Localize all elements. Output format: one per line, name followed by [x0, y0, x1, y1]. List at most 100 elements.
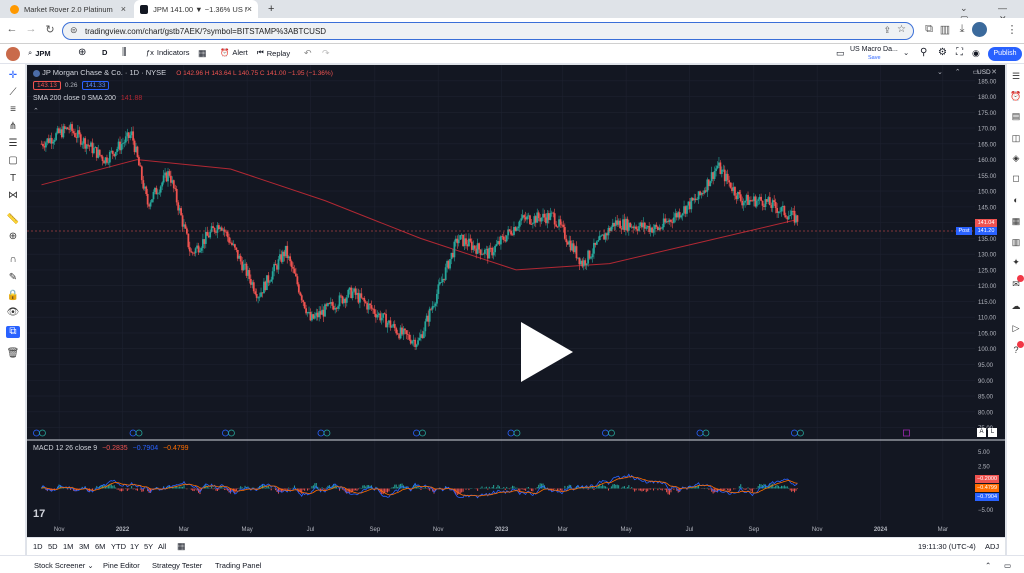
- notifications-icon[interactable]: ✉: [1010, 275, 1024, 290]
- timeframe-3m[interactable]: 3M: [79, 542, 89, 551]
- layout-dropdown-icon[interactable]: ⌄: [903, 48, 909, 57]
- log-scale-button[interactable]: L: [988, 428, 997, 437]
- new-tab-button[interactable]: +: [262, 0, 280, 18]
- snapshot-camera-icon[interactable]: ◉: [972, 48, 980, 59]
- hotlist-icon[interactable]: ◫: [1010, 132, 1022, 144]
- timeframe-5y[interactable]: 5Y: [144, 542, 153, 551]
- zoom-in-icon[interactable]: ⊕: [6, 231, 20, 243]
- download-icon[interactable]: ⤓: [955, 23, 969, 36]
- fib-retracement-icon[interactable]: ☰: [6, 138, 20, 150]
- adjust-data-button[interactable]: ADJ: [985, 542, 999, 551]
- back-icon[interactable]: ←: [5, 23, 19, 35]
- profile-avatar[interactable]: [972, 22, 987, 37]
- legend-title[interactable]: JP Morgan Chase & Co. · 1D · NYSE: [42, 68, 166, 77]
- pitchfork-icon[interactable]: ⋔: [6, 121, 20, 133]
- streams-icon[interactable]: ▷: [1010, 322, 1022, 334]
- extensions-icon[interactable]: ⧉: [922, 23, 936, 36]
- timeframe-1m[interactable]: 1M: [63, 542, 73, 551]
- trend-line-icon[interactable]: ⟋: [6, 87, 20, 99]
- object-tree-icon[interactable]: ⧉: [6, 326, 20, 338]
- community-icon[interactable]: ☁: [1010, 300, 1022, 312]
- text-tool-icon[interactable]: T: [6, 173, 20, 185]
- crosshair-icon[interactable]: ✛: [6, 70, 20, 82]
- panel-maximize-icon[interactable]: ▭: [1004, 561, 1011, 570]
- timeframe-5d[interactable]: 5D: [48, 542, 58, 551]
- share-icon[interactable]: ⇪: [883, 25, 891, 36]
- lock-icon[interactable]: 🔒: [6, 290, 20, 302]
- quick-search-icon[interactable]: ⚲: [920, 47, 927, 58]
- close-tab-icon[interactable]: ×: [247, 4, 252, 14]
- forward-icon[interactable]: →: [24, 23, 38, 35]
- browser-tab-2[interactable]: JPM 141.00 ▼ −1.36% US M... ×: [134, 0, 258, 18]
- timeframe-6m[interactable]: 6M: [95, 542, 105, 551]
- ruler-icon[interactable]: 📏: [6, 214, 20, 226]
- indicators-button[interactable]: ƒx Indicators: [146, 48, 189, 57]
- patterns-icon[interactable]: ⋈: [6, 190, 20, 202]
- trash-icon[interactable]: 🗑: [6, 348, 20, 360]
- auto-scale-button[interactable]: A: [977, 428, 986, 437]
- sidebar-toggle-icon[interactable]: ▥: [938, 23, 952, 36]
- data-window-icon[interactable]: ▤: [1010, 110, 1022, 122]
- pine-editor-tab[interactable]: Pine Editor: [103, 561, 140, 570]
- price-tick-label: 95.00: [978, 363, 994, 369]
- clock-timezone[interactable]: 19:11:30 (UTC-4): [918, 542, 976, 551]
- layout-icon[interactable]: ▭: [836, 48, 845, 59]
- video-play-icon[interactable]: [519, 320, 575, 384]
- date-range-calendar-icon[interactable]: ▦: [177, 541, 186, 552]
- layout-name-block[interactable]: US Macro Da... Save: [850, 46, 910, 62]
- trading-panel-tab[interactable]: Trading Panel: [215, 561, 261, 570]
- settings-gear-icon[interactable]: ⚙: [938, 47, 947, 58]
- sma-legend[interactable]: SMA 200 close 0 SMA 200 141.88: [33, 95, 142, 102]
- timeframe-1y[interactable]: 1Y: [130, 542, 139, 551]
- layers-icon[interactable]: ◈: [1010, 152, 1022, 164]
- sell-price-button[interactable]: 143.13: [33, 81, 61, 90]
- currency-label[interactable]: USD: [977, 69, 991, 76]
- help-icon[interactable]: ?: [1010, 341, 1024, 356]
- stock-screener-tab[interactable]: Stock Screener ⌄: [34, 561, 94, 570]
- reload-icon[interactable]: ↻: [43, 23, 57, 36]
- bookmark-star-icon[interactable]: ☆: [897, 24, 906, 35]
- watchlist-icon[interactable]: ☰: [1010, 70, 1022, 82]
- chart-canvas[interactable]: 17 185.00180.00175.00170.00165.00160.001…: [27, 65, 1005, 537]
- close-tab-icon[interactable]: ×: [121, 4, 126, 14]
- time-axis[interactable]: Nov 2022 Mar May Jul Sep Nov 2023 Mar May Jul Sep No…: [54, 527, 948, 533]
- redo-icon[interactable]: ↷: [322, 48, 330, 59]
- legend-collapse-icon[interactable]: ⌃: [33, 107, 39, 115]
- user-avatar[interactable]: [6, 47, 20, 61]
- panel-collapse-icon[interactable]: ⌃: [985, 561, 991, 570]
- hide-drawings-icon[interactable]: 👁: [6, 307, 20, 319]
- site-info-icon[interactable]: ⊜: [70, 25, 78, 36]
- browser-tab-1[interactable]: Market Rover 2.0 Platinum ×: [4, 0, 132, 18]
- publish-button[interactable]: Publish: [988, 47, 1022, 61]
- alerts-icon[interactable]: ⏰: [1010, 90, 1022, 102]
- ideas-icon[interactable]: ◐: [1010, 194, 1022, 206]
- rectangle-shape-icon[interactable]: ▢: [6, 155, 20, 167]
- macd-legend[interactable]: MACD 12 26 close 9 −0.2835 −0.7904 −0.47…: [33, 445, 189, 452]
- magnet-icon[interactable]: ∩: [6, 254, 20, 266]
- interval-button[interactable]: D: [102, 48, 107, 57]
- buy-price-button[interactable]: 141.33: [81, 81, 110, 90]
- timeframe-all[interactable]: All: [158, 542, 166, 551]
- templates-icon[interactable]: ▦: [198, 48, 207, 59]
- compare-icon[interactable]: ⊕: [78, 47, 86, 58]
- browser-menu-icon[interactable]: ⋮: [1005, 23, 1019, 36]
- lightbulb-icon[interactable]: ✦: [1010, 256, 1022, 268]
- alert-button[interactable]: ⏰ Alert: [220, 48, 248, 57]
- chart-pane[interactable]: 17 185.00 180.00 175.00 170.00 165.00 160.00 1…: [27, 65, 1005, 537]
- replay-button[interactable]: ⏮ Replay: [257, 48, 290, 58]
- timeframe-1d[interactable]: 1D: [33, 542, 43, 551]
- url-field[interactable]: ⊜ tradingview.com/chart/gstb7AEK/?symbol…: [62, 22, 914, 40]
- horizontal-lines-icon[interactable]: ≡: [6, 104, 20, 116]
- news-icon[interactable]: ▥: [1010, 236, 1022, 248]
- symbol-search[interactable]: ⌕ JPM: [28, 48, 51, 58]
- chart-type-icon[interactable]: ⫼: [122, 47, 127, 58]
- pane-controls[interactable]: ⌄ ⌃ ▭ ✕: [937, 68, 1002, 76]
- chat-icon[interactable]: ◻: [1010, 172, 1022, 184]
- fullscreen-icon[interactable]: ⛶: [956, 47, 963, 58]
- timeframe-ytd[interactable]: YTD: [111, 542, 126, 551]
- price-axis[interactable]: 185.00 180.00 175.00 170.00 165.00 160.00 155.…: [978, 79, 997, 514]
- calendar-icon[interactable]: ▦: [1010, 215, 1022, 227]
- stay-in-drawing-icon[interactable]: ✎: [6, 272, 20, 284]
- strategy-tester-tab[interactable]: Strategy Tester: [152, 561, 202, 570]
- undo-icon[interactable]: ↶: [304, 48, 312, 59]
